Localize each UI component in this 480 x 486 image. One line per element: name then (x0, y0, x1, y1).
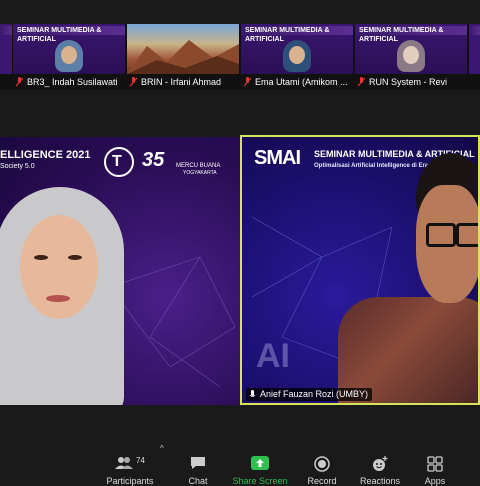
eye (34, 255, 48, 260)
share-screen-icon (251, 456, 269, 470)
participant-face (289, 46, 305, 64)
speaker-name: Anief Fauzan Rozi (UMBY) (260, 389, 369, 399)
mic-muted-icon (16, 77, 23, 87)
eye (68, 255, 82, 260)
ai-watermark: AI (256, 337, 290, 375)
chat-icon (191, 457, 205, 469)
participant-thumbnail[interactable]: SEMINAR MULTIMEDIA & ARTIFICIAL BR3_ Ind… (13, 24, 125, 90)
speaker-name-tag: Anief Fauzan Rozi (UMBY) (246, 388, 373, 401)
chat-label: Chat (188, 476, 208, 486)
participant-face (20, 215, 98, 319)
participant-thumbnail[interactable] (469, 24, 480, 90)
record-label: Record (307, 476, 337, 486)
participant-name: RUN System - Revi (369, 77, 448, 87)
share-screen-label: Share Screen (232, 476, 288, 486)
anniversary-logo: 35 (142, 149, 165, 171)
university-name: MERCU BUANA (176, 163, 221, 169)
share-screen-button[interactable]: Share Screen (230, 452, 290, 486)
glasses-icon (426, 223, 456, 247)
participants-icon (115, 457, 133, 469)
landscape-image (127, 40, 239, 74)
record-icon (314, 456, 330, 472)
reactions-button[interactable]: Reactions (350, 452, 410, 486)
participant-thumbnail[interactable]: SEMINAR MULTIMEDIA & ARTIFICIAL RUN Syst… (355, 24, 467, 90)
banner-subtitle: Society 5.0 (0, 163, 35, 170)
chevron-up-icon[interactable]: ^ (160, 444, 164, 453)
banner-title: ELLIGENCE 2021 (0, 149, 91, 161)
mic-icon (249, 390, 256, 397)
smai-logo: SMAI (254, 147, 301, 169)
participants-button[interactable]: 74 Participants (100, 452, 160, 486)
participants-label: Participants (106, 476, 154, 486)
university-subtitle: YOGYAKARTA (183, 170, 217, 176)
reactions-label: Reactions (359, 476, 401, 486)
participant-thumbnail[interactable]: SEMINAR MULTIMEDIA & ARTIFICIAL Ema Utam… (241, 24, 353, 90)
participant-name: BR3_ Indah Susilawati (27, 77, 118, 87)
glasses-icon (456, 223, 478, 247)
mic-muted-icon (130, 77, 137, 87)
apps-label: Apps (424, 476, 446, 486)
participants-count: 74 (136, 456, 145, 465)
video-tile-active-speaker[interactable]: SMAI SEMINAR MULTIMEDIA & ARTIFICIAL Opt… (240, 135, 480, 405)
participant-name: Ema Utami (Amikom ... (255, 77, 348, 87)
record-button[interactable]: Record (292, 452, 352, 486)
participant-thumbnail[interactable] (0, 24, 12, 90)
meeting-toolbar: 74 Participants ^ Chat Share Screen Reco… (0, 440, 480, 486)
participant-name: BRIN - Irfani Ahmad (141, 77, 222, 87)
mic-muted-icon (244, 77, 251, 87)
video-tile-left[interactable]: ELLIGENCE 2021 Society 5.0 T 35 MERCU BU… (0, 137, 240, 405)
participant-face (61, 46, 77, 64)
participant-thumbnail[interactable]: BRIN - Irfani Ahmad (127, 24, 239, 90)
mic-muted-icon (358, 77, 365, 87)
participant-face (403, 46, 419, 64)
mouth (46, 295, 70, 302)
reactions-icon (373, 456, 388, 471)
apps-button[interactable]: Apps (405, 452, 465, 486)
institution-logo: T (104, 147, 134, 177)
apps-icon (427, 456, 443, 472)
chat-button[interactable]: Chat (168, 452, 228, 486)
